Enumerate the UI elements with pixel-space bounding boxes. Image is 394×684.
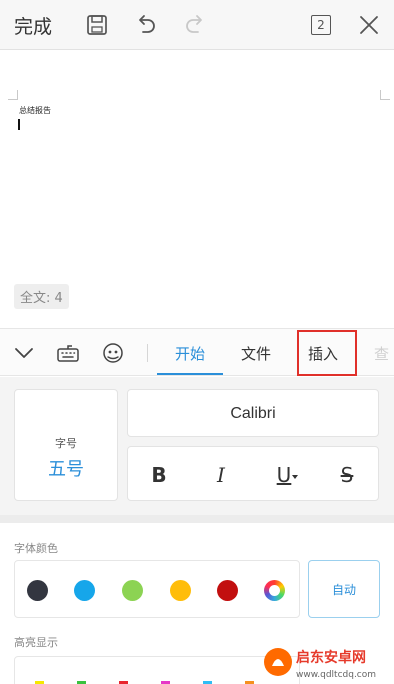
- close-icon[interactable]: [356, 12, 382, 38]
- color-swatch-blue[interactable]: [74, 580, 95, 601]
- save-icon[interactable]: [84, 12, 110, 38]
- color-swatch-dark-gray[interactable]: [27, 580, 48, 601]
- emoji-icon[interactable]: [101, 341, 125, 365]
- active-tab-indicator: [157, 373, 223, 375]
- italic-button[interactable]: I: [207, 461, 235, 489]
- auto-color-button[interactable]: 自动: [308, 560, 380, 618]
- highlight-label: 高亮显示: [14, 636, 58, 649]
- text-format-group: B I U S: [127, 446, 379, 501]
- svg-text:www.qdltcdq.com: www.qdltcdq.com: [296, 670, 376, 680]
- collapse-chevron-icon[interactable]: [12, 341, 36, 365]
- highlight-swatches: [14, 656, 300, 684]
- color-swatch-yellow[interactable]: [170, 580, 191, 601]
- strikethrough-button[interactable]: S: [333, 461, 361, 489]
- color-swatch-green[interactable]: [122, 580, 143, 601]
- site-watermark-logo: 启东安卓网 www.qdltcdq.com: [264, 648, 376, 680]
- tab-home[interactable]: 开始: [175, 343, 205, 364]
- font-color-label: 字体颜色: [14, 542, 58, 555]
- color-swatch-custom-rainbow[interactable]: [264, 580, 285, 601]
- font-size-card[interactable]: 字号 五号: [14, 389, 118, 501]
- document-canvas[interactable]: 总结报告 全文: 4: [0, 51, 394, 328]
- margin-corner-right: [380, 90, 390, 100]
- text-cursor: [18, 119, 20, 130]
- tab-file[interactable]: 文件: [241, 343, 271, 364]
- top-toolbar: 完成 2: [0, 0, 394, 50]
- tab-review[interactable]: 查: [374, 343, 389, 364]
- annotation-highlight-box: [297, 330, 357, 376]
- page-count-icon[interactable]: 2: [311, 15, 331, 35]
- font-size-label: 字号: [55, 437, 77, 450]
- color-swatch-red[interactable]: [217, 580, 238, 601]
- svg-text:启东安卓网: 启东安卓网: [296, 649, 366, 666]
- font-color-swatches: [14, 560, 300, 618]
- section-divider: [0, 515, 394, 523]
- bold-button[interactable]: B: [145, 461, 173, 489]
- margin-corner-left: [8, 90, 18, 100]
- tab-separator: [147, 344, 148, 362]
- keyboard-icon[interactable]: [56, 341, 80, 365]
- redo-icon[interactable]: [182, 12, 208, 38]
- document-text[interactable]: 总结报告: [19, 105, 51, 116]
- font-name-value: Calibri: [230, 405, 276, 422]
- font-size-value: 五号: [48, 459, 84, 480]
- font-name-selector[interactable]: Calibri: [127, 389, 379, 437]
- underline-dropdown-icon[interactable]: [292, 475, 298, 479]
- undo-icon[interactable]: [133, 12, 159, 38]
- done-button[interactable]: 完成: [14, 12, 52, 39]
- word-count-badge: 全文: 4: [14, 284, 69, 309]
